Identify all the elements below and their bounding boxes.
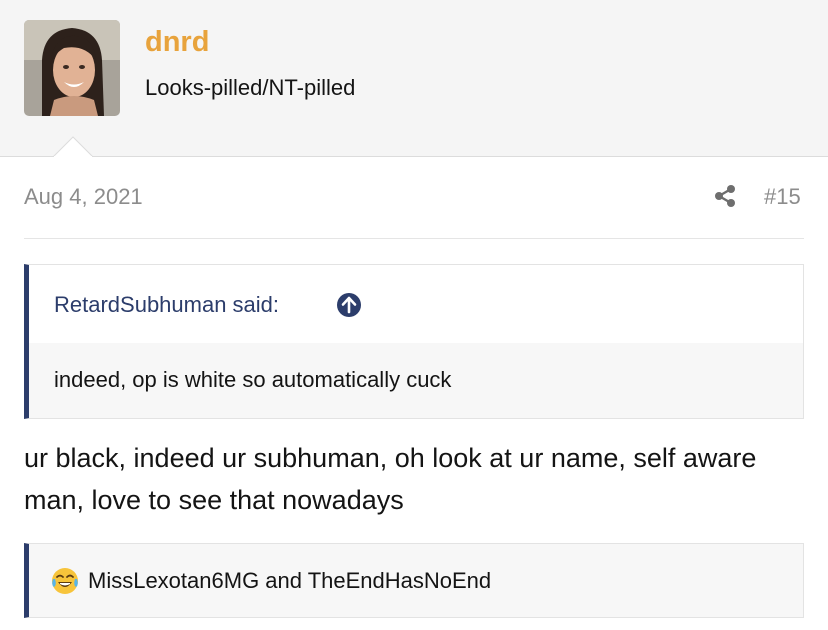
arrow-up-circle-icon[interactable]: [336, 292, 362, 318]
post-pointer-arrow: [53, 136, 93, 157]
username[interactable]: dnrd: [145, 26, 209, 59]
reaction-users[interactable]: MissLexotan6MG and TheEndHasNoEnd: [88, 568, 491, 594]
tears-of-joy-emoji[interactable]: [50, 566, 80, 596]
post-body: ur black, indeed ur subhuman, oh look at…: [24, 443, 757, 515]
reactions-bar: MissLexotan6MG and TheEndHasNoEnd: [24, 543, 804, 618]
quote-text: indeed, op is white so automatically cuc…: [54, 367, 452, 392]
quote-block: RetardSubhuman said: indeed, op is white…: [24, 264, 804, 419]
post-divider: [24, 238, 804, 239]
quote-author[interactable]: RetardSubhuman said:: [54, 292, 279, 318]
quote-body: indeed, op is white so automatically cuc…: [29, 343, 803, 418]
user-header: dnrd Looks-pilled/NT-pilled: [0, 0, 828, 157]
post-number[interactable]: #15: [764, 184, 801, 210]
avatar-photo: [24, 20, 120, 116]
user-title: Looks-pilled/NT-pilled: [145, 75, 356, 100]
post-date[interactable]: Aug 4, 2021: [24, 184, 143, 210]
quote-header: RetardSubhuman said:: [29, 265, 803, 343]
user-avatar[interactable]: [24, 20, 120, 116]
share-icon[interactable]: [712, 183, 738, 209]
